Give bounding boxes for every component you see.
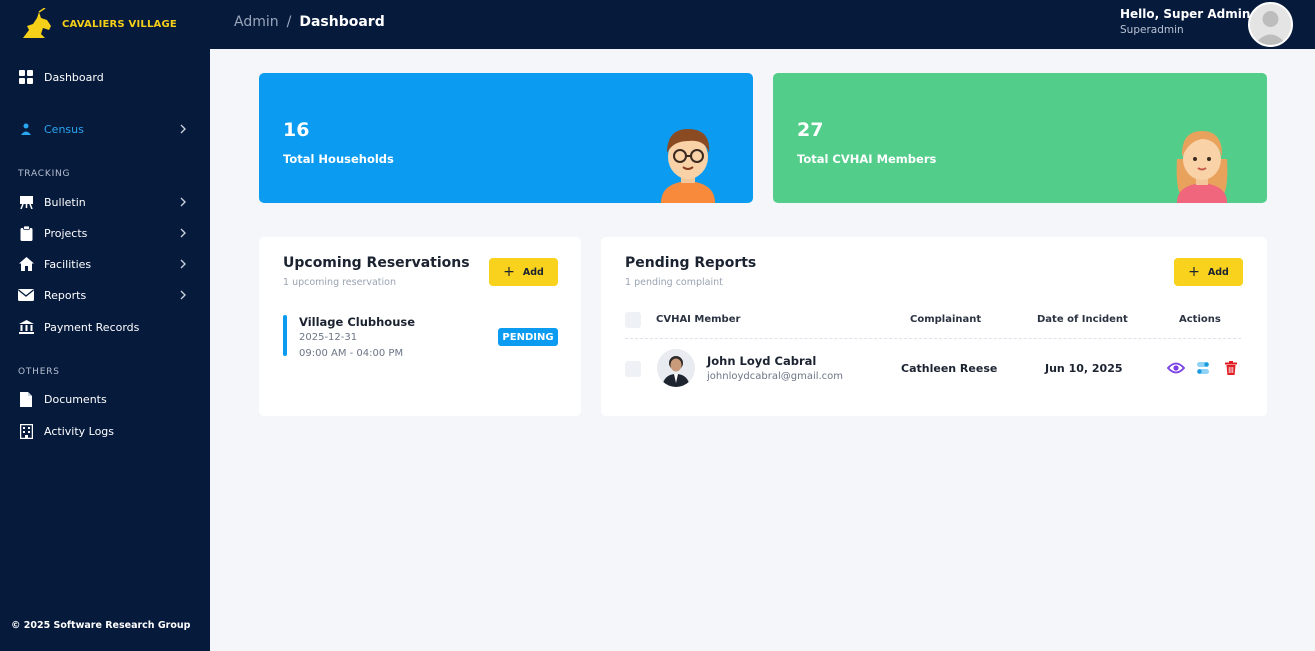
add-button-label: Add: [522, 266, 544, 278]
table-divider: [625, 338, 1241, 339]
upcoming-reservations-panel: Upcoming Reservations 1 upcoming reserva…: [259, 237, 581, 416]
panel-title: Pending Reports: [625, 255, 757, 271]
complainant-name: Cathleen Reese: [901, 362, 998, 375]
row-checkbox[interactable]: [625, 361, 641, 377]
chevron-right-icon: [176, 288, 190, 302]
stat-value: 27: [797, 119, 824, 141]
column-header-actions: Actions: [1179, 314, 1221, 325]
status-badge: PENDING: [498, 328, 558, 346]
chevron-right-icon: [176, 257, 190, 271]
sidebar: CAVALIERS VILLAGE Dashboard Census TRACK…: [0, 0, 210, 651]
add-report-button[interactable]: + Add: [1174, 258, 1243, 286]
sidebar-item-documents[interactable]: Documents: [0, 387, 210, 411]
chevron-right-icon: [176, 122, 190, 136]
sidebar-item-facilities[interactable]: Facilities: [0, 252, 210, 276]
brand-name: CAVALIERS VILLAGE: [62, 19, 177, 30]
trash-icon: [1225, 361, 1237, 375]
incident-date: Jun 10, 2025: [1045, 362, 1123, 375]
brand[interactable]: CAVALIERS VILLAGE: [0, 0, 210, 49]
user-info: Hello, Super Admin Superadmin: [1120, 7, 1250, 36]
delete-button[interactable]: [1222, 359, 1240, 377]
sidebar-item-label: Bulletin: [44, 195, 86, 209]
reservation-date: 2025-12-31: [299, 332, 358, 343]
sidebar-item-activity-logs[interactable]: Activity Logs: [0, 419, 210, 443]
user-greeting: Hello, Super Admin: [1120, 7, 1251, 21]
sidebar-item-reports[interactable]: Reports: [0, 283, 210, 307]
top-header: Admin / Dashboard Hello, Super Admin Sup…: [210, 0, 1315, 49]
boy-avatar-illustration: [653, 121, 723, 203]
sidebar-item-label: Payment Records: [44, 320, 140, 334]
column-header-complainant[interactable]: Complainant: [910, 314, 981, 325]
footer-copyright: © 2025 Software Research Group: [11, 620, 191, 631]
clipboard-icon: [18, 225, 34, 241]
stat-card-households[interactable]: 16 Total Households: [259, 73, 753, 203]
member-name: John Loyd Cabral: [707, 354, 817, 368]
panel-subtitle: 1 pending complaint: [625, 277, 723, 288]
stat-label: Total Households: [283, 152, 394, 166]
sidebar-item-label: Projects: [44, 226, 88, 240]
reservation-name: Village Clubhouse: [299, 315, 416, 329]
stat-label: Total CVHAI Members: [797, 152, 937, 166]
user-placeholder-icon: [1250, 4, 1291, 45]
plus-icon: +: [503, 264, 515, 280]
sidebar-item-label: Reports: [44, 288, 87, 302]
reservation-accent-bar: [283, 315, 287, 356]
horseman-logo-icon: [18, 6, 56, 44]
sidebar-item-label: Dashboard: [44, 70, 104, 84]
stat-card-members[interactable]: 27 Total CVHAI Members: [773, 73, 1267, 203]
panel-subtitle: 1 upcoming reservation: [283, 277, 396, 288]
girl-avatar-illustration: [1167, 121, 1237, 203]
user-role: Superadmin: [1120, 24, 1184, 36]
member-email: johnloydcabral@gmail.com: [707, 371, 844, 382]
person-icon: [18, 121, 34, 137]
chevron-right-icon: [176, 195, 190, 209]
user-avatar[interactable]: [1248, 2, 1293, 47]
sidebar-section-others: OTHERS: [18, 367, 60, 377]
sidebar-item-projects[interactable]: Projects: [0, 221, 210, 245]
file-icon: [18, 391, 34, 407]
pending-reports-panel: Pending Reports 1 pending complaint + Ad…: [601, 237, 1267, 416]
bank-icon: [18, 319, 34, 335]
breadcrumb-root[interactable]: Admin: [234, 14, 279, 30]
building-icon: [18, 423, 34, 439]
sidebar-item-dashboard[interactable]: Dashboard: [0, 65, 210, 89]
easel-icon: [18, 194, 34, 210]
sidebar-item-label: Activity Logs: [44, 424, 115, 438]
breadcrumb-separator: /: [286, 14, 292, 30]
grid-icon: [18, 69, 34, 85]
stat-value: 16: [283, 119, 310, 141]
toggle-icon: [1197, 362, 1209, 374]
sidebar-item-census[interactable]: Census: [0, 117, 210, 141]
house-icon: [18, 256, 34, 272]
mail-icon: [18, 287, 34, 303]
sidebar-item-label: Facilities: [44, 257, 92, 271]
sidebar-item-bulletin[interactable]: Bulletin: [0, 190, 210, 214]
column-header-member[interactable]: CVHAI Member: [656, 314, 740, 325]
panel-title: Upcoming Reservations: [283, 255, 470, 271]
breadcrumb: Admin / Dashboard: [234, 14, 385, 30]
plus-icon: +: [1188, 264, 1200, 280]
chevron-right-icon: [176, 226, 190, 240]
breadcrumb-current: Dashboard: [299, 14, 385, 30]
sidebar-item-payment-records[interactable]: Payment Records: [0, 315, 210, 339]
view-button[interactable]: [1167, 359, 1185, 377]
sidebar-item-label: Documents: [44, 392, 107, 406]
eye-icon: [1167, 362, 1185, 374]
column-header-date[interactable]: Date of Incident: [1037, 314, 1128, 325]
status-toggle-button[interactable]: [1194, 359, 1212, 377]
sidebar-section-tracking: TRACKING: [18, 169, 71, 179]
reservation-time: 09:00 AM - 04:00 PM: [299, 348, 404, 359]
add-reservation-button[interactable]: + Add: [489, 258, 558, 286]
sidebar-item-label: Census: [44, 122, 84, 136]
select-all-checkbox[interactable]: [625, 312, 641, 328]
member-avatar: [657, 349, 695, 387]
add-button-label: Add: [1207, 266, 1229, 278]
